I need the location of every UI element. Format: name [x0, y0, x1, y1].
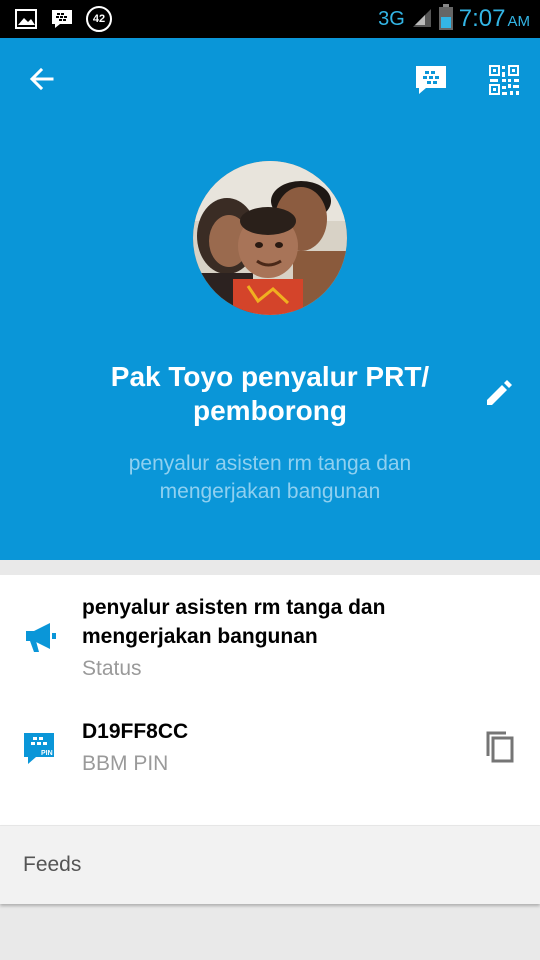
bbm-chat-icon[interactable]: [414, 64, 450, 96]
notification-count-badge: 42: [86, 6, 112, 32]
profile-avatar[interactable]: [193, 161, 347, 315]
profile-header: Pak Toyo penyalur PRT/ pemborong penyalu…: [0, 38, 540, 560]
qr-code-icon[interactable]: [488, 64, 520, 96]
signal-icon: [411, 5, 433, 33]
profile-name: Pak Toyo penyalur PRT/ pemborong: [110, 361, 430, 426]
bbm-pin-label: BBM PIN: [82, 752, 169, 775]
bbm-pin-icon: PIN: [22, 731, 58, 767]
gallery-notification-icon: [14, 7, 38, 31]
status-text: penyalur asisten rm tanga dan mengerjaka…: [82, 596, 386, 648]
feeds-section[interactable]: Feeds: [0, 826, 540, 904]
bbm-notification-icon: [50, 7, 74, 31]
feeds-label: Feeds: [23, 853, 82, 876]
battery-icon: [438, 4, 453, 34]
copy-icon[interactable]: [484, 730, 516, 764]
svg-text:PIN: PIN: [41, 750, 53, 757]
megaphone-icon: [22, 619, 58, 655]
status-bar: 42 3G 7:07 AM: [0, 0, 540, 38]
back-arrow-icon[interactable]: [26, 63, 58, 95]
profile-status-message: penyalur asisten rm tanga dan mengerjaka…: [128, 452, 412, 503]
status-label: Status: [82, 657, 142, 680]
edit-pencil-icon[interactable]: [484, 378, 514, 408]
bbm-pin-value: D19FF8CC: [82, 720, 189, 743]
profile-details-card: penyalur asisten rm tanga dan mengerjaka…: [0, 575, 540, 825]
clock: 7:07 AM: [458, 5, 530, 32]
network-type: 3G: [378, 7, 405, 30]
